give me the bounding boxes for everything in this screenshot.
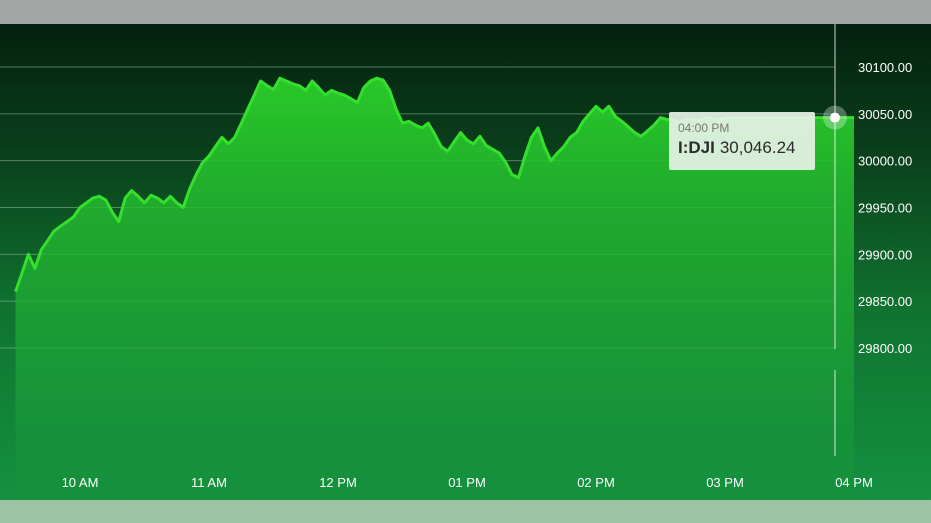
y-tick-label: 30100.00	[858, 60, 912, 75]
tooltip-value: 30,046.24	[719, 138, 796, 157]
top-strip	[0, 0, 931, 24]
chart-svg: 30100.00 30050.00 30000.00 29950.00 29900.00…	[0, 24, 912, 500]
tooltip-line: I:DJI 30,046.24	[678, 137, 806, 159]
y-tick-label: 30000.00	[858, 154, 912, 169]
x-tick-label: 11 AM	[191, 475, 227, 490]
y-tick-label: 30050.00	[858, 107, 912, 122]
y-tick-label: 29950.00	[858, 201, 912, 216]
y-tick-label: 29900.00	[858, 247, 912, 262]
bottom-strip	[0, 500, 931, 523]
x-tick-label: 01 PM	[448, 475, 486, 490]
x-tick-label: 04 PM	[835, 475, 873, 490]
x-tick-label: 12 PM	[319, 475, 357, 490]
tooltip-time: 04:00 PM	[678, 121, 730, 135]
x-tick-label: 03 PM	[706, 475, 744, 490]
y-tick-label: 29800.00	[858, 341, 912, 356]
chart-panel[interactable]: 30100.00 30050.00 30000.00 29950.00 29900.00…	[0, 24, 931, 500]
cursor-dot[interactable]	[830, 112, 840, 123]
x-tick-label: 02 PM	[577, 475, 615, 490]
price-tooltip: 04:00 PM I:DJI 30,046.24	[669, 112, 815, 170]
y-tick-label: 29850.00	[858, 294, 912, 309]
x-tick-label: 10 AM	[62, 475, 99, 490]
y-axis-labels: 30100.00 30050.00 30000.00 29950.00 29900.00…	[858, 60, 912, 356]
tooltip-symbol: I:DJI	[678, 138, 715, 157]
